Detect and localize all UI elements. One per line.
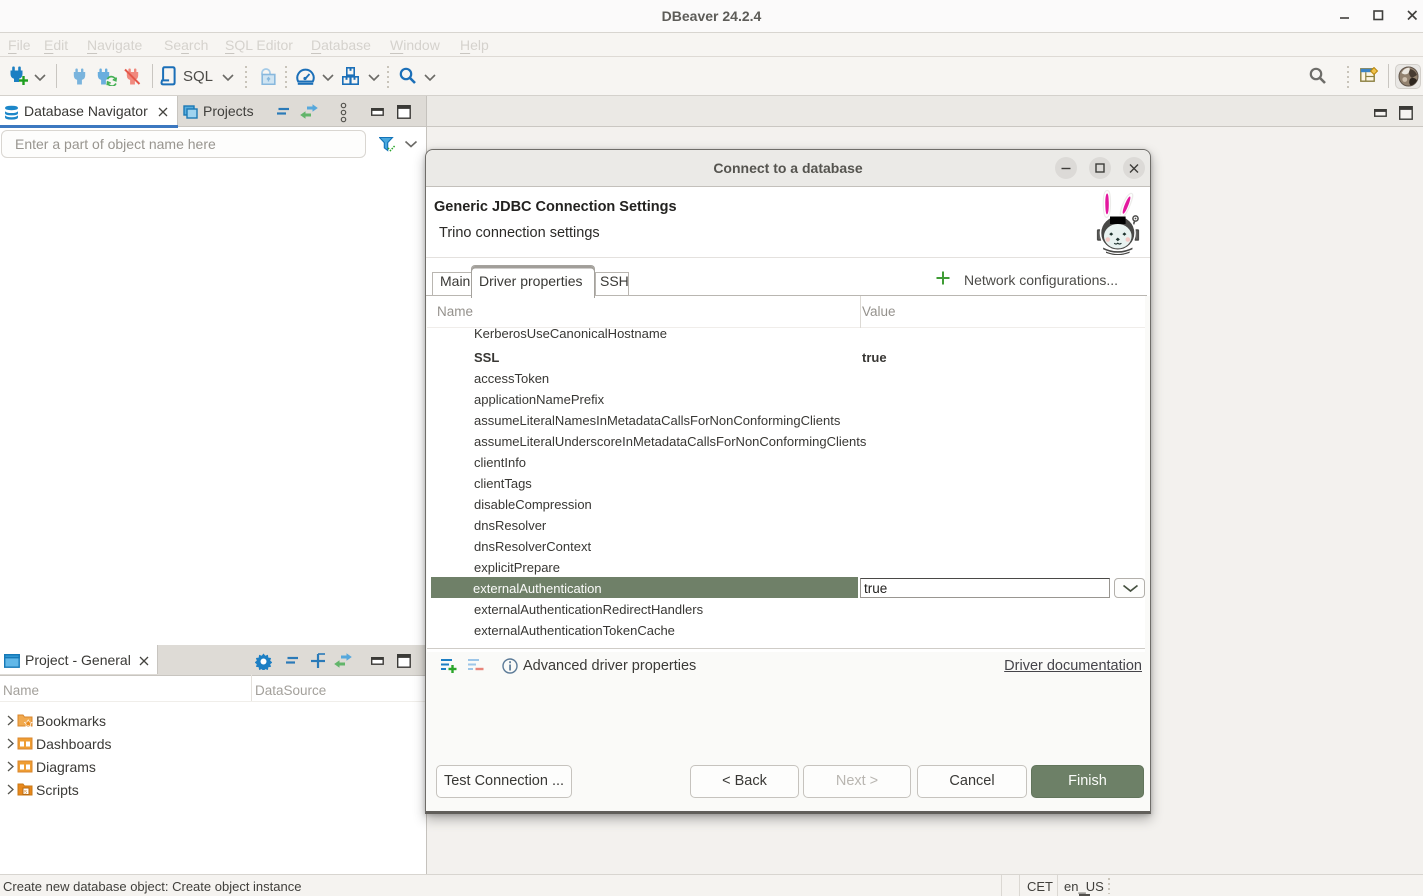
svg-text:s: s [24,790,27,796]
